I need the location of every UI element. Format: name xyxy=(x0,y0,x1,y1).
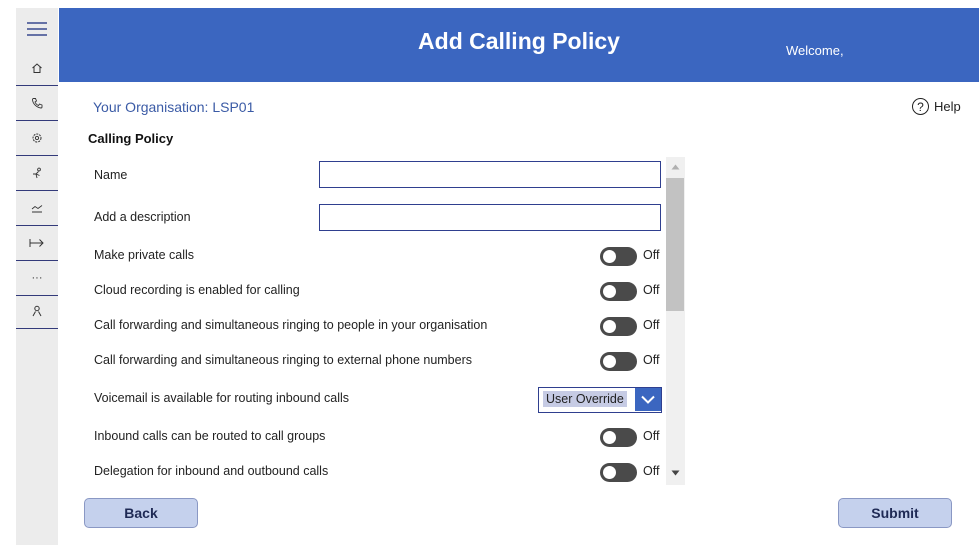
user-icon[interactable] xyxy=(16,294,58,329)
scrollbar-thumb[interactable] xyxy=(666,178,684,311)
organisation-label: Your Organisation: LSP01 xyxy=(93,99,255,115)
voicemail-label: Voicemail is available for routing inbou… xyxy=(94,391,350,405)
forwarding-internal-toggle[interactable] xyxy=(600,317,637,336)
cloud-recording-label: Cloud recording is enabled for calling xyxy=(94,283,300,297)
delegation-toggle[interactable] xyxy=(600,463,637,482)
welcome-text: Welcome, xyxy=(786,43,844,58)
name-field[interactable] xyxy=(319,161,661,188)
name-label: Name xyxy=(94,168,128,182)
delegation-label: Delegation for inbound and outbound call… xyxy=(94,464,329,478)
app-window: ··· Add Calling Policy Welcome, Your Org… xyxy=(16,8,979,545)
voicemail-select[interactable]: User Override xyxy=(538,387,662,413)
chevron-down-icon[interactable] xyxy=(635,388,661,411)
submit-button[interactable]: Submit xyxy=(838,498,952,528)
forwarding-internal-label: Call forwarding and simultaneous ringing… xyxy=(94,318,488,332)
call-groups-label: Inbound calls can be routed to call grou… xyxy=(94,429,326,443)
description-field[interactable] xyxy=(319,204,661,231)
org-chart-icon[interactable] xyxy=(16,156,58,191)
delegation-state: Off xyxy=(643,464,660,478)
nav-rail: ··· xyxy=(16,8,58,545)
private-calls-label: Make private calls xyxy=(94,248,195,262)
voicemail-selected-value: User Override xyxy=(543,391,627,407)
analytics-icon[interactable] xyxy=(16,191,58,226)
forwarding-external-label: Call forwarding and simultaneous ringing… xyxy=(94,353,472,367)
call-groups-toggle[interactable] xyxy=(600,428,637,447)
cloud-recording-toggle[interactable] xyxy=(600,282,637,301)
header-bar: Add Calling Policy Welcome, xyxy=(59,8,979,82)
settings-icon[interactable] xyxy=(16,121,58,156)
section-title: Calling Policy xyxy=(88,131,174,146)
scroll-up-arrow-icon[interactable] xyxy=(666,160,685,174)
home-icon[interactable] xyxy=(16,51,58,86)
help-label[interactable]: Help xyxy=(934,99,961,114)
description-label: Add a description xyxy=(94,210,191,224)
menu-icon[interactable] xyxy=(16,12,58,46)
help-icon[interactable]: ? xyxy=(912,98,929,115)
more-icon[interactable]: ··· xyxy=(16,261,58,296)
scroll-down-arrow-icon[interactable] xyxy=(666,466,685,480)
help-link[interactable]: ? Help xyxy=(912,98,961,115)
private-calls-state: Off xyxy=(643,248,660,262)
forwarding-external-state: Off xyxy=(643,353,660,367)
back-button[interactable]: Back xyxy=(84,498,198,528)
forwarding-external-toggle[interactable] xyxy=(600,352,637,371)
cloud-recording-state: Off xyxy=(643,283,660,297)
forwarding-internal-state: Off xyxy=(643,318,660,332)
phone-icon[interactable] xyxy=(16,86,58,121)
call-groups-state: Off xyxy=(643,429,660,443)
exit-icon[interactable] xyxy=(16,226,58,261)
private-calls-toggle[interactable] xyxy=(600,247,637,266)
